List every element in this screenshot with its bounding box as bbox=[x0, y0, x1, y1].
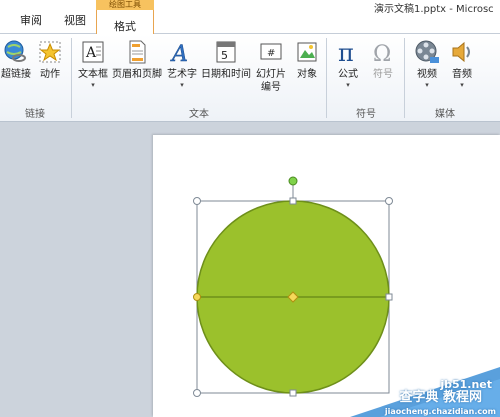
resize-handle-top-left[interactable] bbox=[193, 197, 201, 205]
watermark-url: jiaocheng.chazidian.com bbox=[384, 407, 496, 416]
resize-handle-top[interactable] bbox=[289, 197, 297, 205]
resize-handle-top-right[interactable] bbox=[385, 197, 393, 205]
watermark: jb51.net 查字典 教程网 jiaocheng.chazidian.com bbox=[350, 367, 500, 417]
resize-handle-bottom[interactable] bbox=[289, 389, 297, 397]
watermark-title: 查字典 教程网 bbox=[399, 390, 482, 405]
resize-handle-right[interactable] bbox=[385, 293, 393, 301]
shape-layer bbox=[193, 176, 393, 397]
adjust-handle-left[interactable] bbox=[193, 293, 201, 301]
resize-handle-bottom-left[interactable] bbox=[193, 389, 201, 397]
rotate-handle[interactable] bbox=[288, 176, 298, 186]
